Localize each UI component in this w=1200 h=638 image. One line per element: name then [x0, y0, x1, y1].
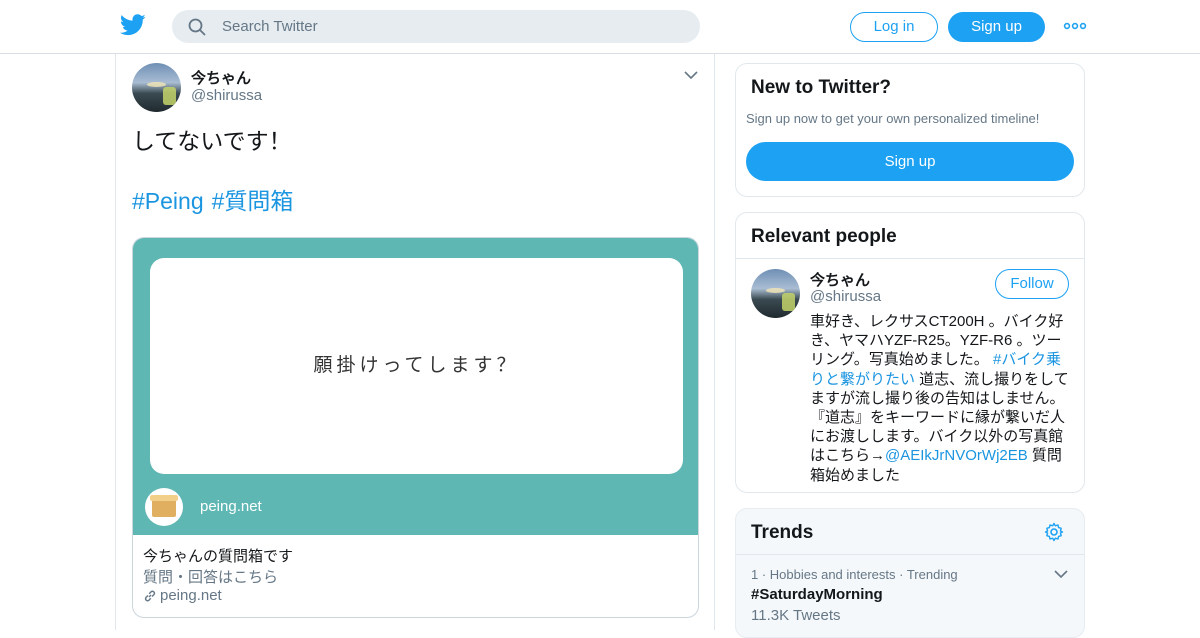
link-card[interactable]: 願掛けってします？ peing.net 今ちゃんの質問箱です 質問・回答はこちら…	[132, 237, 699, 618]
card-domain: peing.net	[143, 587, 222, 604]
card-domain-text: peing.net	[160, 587, 222, 604]
chevron-down-icon[interactable]	[684, 70, 698, 80]
search-box[interactable]	[172, 10, 700, 43]
divider	[736, 258, 1084, 259]
avatar[interactable]	[132, 63, 181, 112]
follow-button[interactable]: Follow	[995, 269, 1069, 299]
panel-subtitle: Sign up now to get your own personalized…	[746, 111, 1040, 126]
login-button[interactable]: Log in	[850, 12, 938, 42]
card-site-label: peing.net	[200, 498, 262, 515]
person-handle[interactable]: @shirussa	[810, 288, 881, 305]
card-image: 願掛けってします？ peing.net	[133, 238, 698, 535]
link-icon	[144, 590, 156, 602]
hashtag-link[interactable]: #質問箱	[212, 188, 294, 214]
card-image-text: 願掛けってします？	[313, 354, 520, 376]
panel-title: Relevant people	[751, 226, 897, 247]
tweet-hashtags: #Peing #質問箱	[132, 182, 301, 216]
person-name[interactable]: 今ちゃん	[810, 269, 870, 290]
trend-hashtag[interactable]: #SaturdayMorning	[751, 586, 883, 603]
top-bar: Log in Sign up	[0, 0, 1200, 54]
card-title: 今ちゃんの質問箱です	[143, 548, 294, 565]
tweet-column: 今ちゃん @shirussa してないです！ #Peing #質問箱 願掛けってし…	[115, 54, 715, 630]
avatar[interactable]	[751, 269, 800, 318]
search-icon	[188, 18, 206, 36]
signup-button[interactable]: Sign up	[948, 12, 1045, 42]
trends-panel: Trends 1 · Hobbies and interests · Trend…	[735, 508, 1085, 638]
trend-tweet-count: 11.3K Tweets	[751, 607, 841, 624]
person-bio: 車好き、レクサスCT200H 。バイク好き、ヤマハYZF-R25。YZF-R6 …	[810, 313, 1069, 484]
hashtag-link[interactable]: #Peing	[132, 188, 204, 214]
tweet-author-handle[interactable]: @shirussa	[191, 87, 262, 104]
chevron-down-icon[interactable]	[1054, 569, 1068, 579]
search-input[interactable]	[222, 10, 682, 43]
panel-title: New to Twitter?	[751, 77, 892, 98]
new-to-twitter-panel: New to Twitter? Sign up now to get your …	[735, 63, 1085, 197]
twitter-bird-icon[interactable]	[120, 14, 146, 36]
more-dots-icon[interactable]	[1063, 18, 1087, 34]
card-description: 質問・回答はこちら	[143, 569, 279, 586]
trend-meta: 1 · Hobbies and interests · Trending	[751, 567, 958, 582]
signup-button-large[interactable]: Sign up	[746, 142, 1074, 181]
divider	[736, 554, 1084, 555]
tweet-text: してないです！	[132, 128, 292, 154]
panel-title: Trends	[751, 522, 814, 543]
bio-mention-link[interactable]: @AEIkJrNVOrWj2EB	[885, 447, 1028, 464]
tweet-author-name[interactable]: 今ちゃん	[191, 67, 251, 88]
gear-icon[interactable]	[1044, 522, 1064, 542]
peing-logo-icon	[145, 488, 183, 526]
relevant-people-panel: Relevant people 今ちゃん @shirussa Follow 車好…	[735, 212, 1085, 493]
